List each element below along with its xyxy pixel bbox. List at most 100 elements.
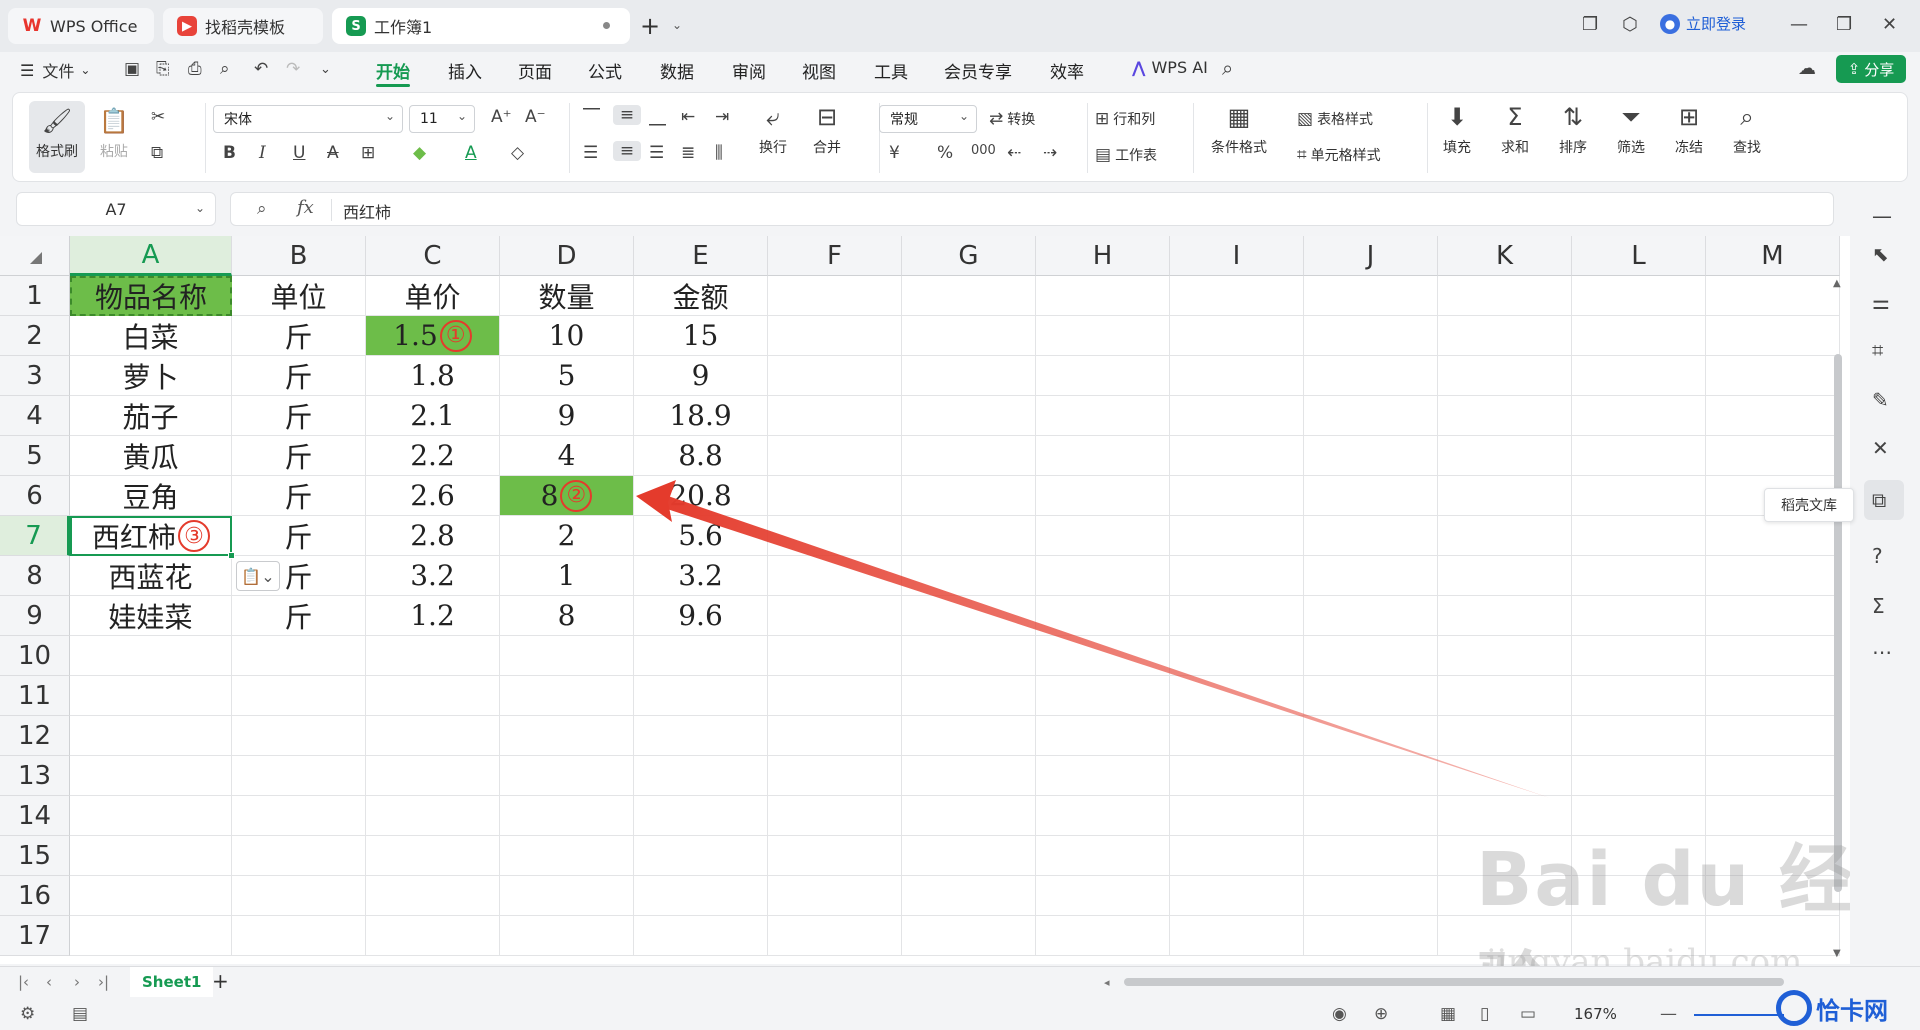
cell-b7[interactable]: 斤 [232,516,366,556]
row-header-13[interactable]: 13 [0,756,70,796]
cell-m7[interactable] [1706,516,1840,556]
cell-i2[interactable] [1170,316,1304,356]
cell-b14[interactable] [232,796,366,836]
cell-e11[interactable] [634,676,768,716]
formula-sum-icon[interactable]: Σ [1872,594,1885,618]
cell-a6[interactable]: 豆角 [70,476,232,516]
cell-e2[interactable]: 15 [634,316,768,356]
cell-e5[interactable]: 8.8 [634,436,768,476]
font-color-button[interactable]: A [465,143,477,163]
cell-l9[interactable] [1572,596,1706,636]
cube-icon[interactable]: ⬡ [1622,14,1638,35]
cell-k8[interactable] [1438,556,1572,596]
file-menu[interactable]: ☰ 文件 ⌄ [20,58,90,82]
cell-f16[interactable] [768,876,902,916]
cell-e8[interactable]: 3.2 [634,556,768,596]
cell-a3[interactable]: 萝卜 [70,356,232,396]
filter-button[interactable]: ⏷ 筛选 [1617,103,1645,157]
formula-bar[interactable]: ⌕ fx 西红柿 [230,192,1834,226]
justify-icon[interactable]: ≣ [681,143,695,163]
cell-e13[interactable] [634,756,768,796]
cell-a12[interactable] [70,716,232,756]
cell-d17[interactable] [500,916,634,956]
column-header-g[interactable]: G [902,236,1036,276]
collapse-icon[interactable]: — [1872,204,1892,228]
cell-j12[interactable] [1304,716,1438,756]
cell-e6[interactable]: 20.8 [634,476,768,516]
cell-g11[interactable] [902,676,1036,716]
cell-g1[interactable] [902,276,1036,316]
cell-c7[interactable]: 2.8 [366,516,500,556]
row-header-7[interactable]: 7 [0,516,70,556]
chevron-down-icon[interactable]: ⌄ [320,62,331,77]
cell-b16[interactable] [232,876,366,916]
cell-k10[interactable] [1438,636,1572,676]
cell-m10[interactable] [1706,636,1840,676]
cell-j15[interactable] [1304,836,1438,876]
paste-options-button[interactable]: 📋⌄ [236,561,280,591]
sheet-tab-sheet1[interactable]: Sheet1 [130,967,214,997]
cell-c4[interactable]: 2.1 [366,396,500,436]
cell-k2[interactable] [1438,316,1572,356]
thousands-separator-button[interactable]: 000 [971,143,996,158]
window-restore-icon[interactable]: ❐ [1582,14,1598,35]
cell-l1[interactable] [1572,276,1706,316]
cell-c1[interactable]: 单价 [366,276,500,316]
cell-e1[interactable]: 金额 [634,276,768,316]
paste-button[interactable]: 📋 粘贴 [99,107,129,161]
tab-wps-office[interactable]: W WPS Office [8,8,154,44]
distributed-align-icon[interactable]: ⫼ [715,143,723,163]
cell-f9[interactable] [768,596,902,636]
cell-h6[interactable] [1036,476,1170,516]
fx-icon[interactable]: fx [297,197,314,218]
cell-b3[interactable]: 斤 [232,356,366,396]
cell-h17[interactable] [1036,916,1170,956]
cut-icon[interactable]: ✂ [151,107,165,127]
page-layout-view-icon[interactable]: ▯ [1480,1004,1489,1024]
cell-l4[interactable] [1572,396,1706,436]
cell-g16[interactable] [902,876,1036,916]
cell-h1[interactable] [1036,276,1170,316]
cell-b10[interactable] [232,636,366,676]
eye-protect-icon[interactable]: ◉ [1332,1004,1347,1024]
fill-color-icon[interactable]: ◆ [413,143,426,163]
cell-g12[interactable] [902,716,1036,756]
cell-d16[interactable] [500,876,634,916]
print-icon[interactable]: ⎙ [188,59,202,79]
cell-i7[interactable] [1170,516,1304,556]
row-header-2[interactable]: 2 [0,316,70,356]
column-header-d[interactable]: D [500,236,634,276]
menu-formula[interactable]: 公式 [588,58,622,83]
cell-d13[interactable] [500,756,634,796]
zoom-icon[interactable]: ⌕ [257,199,267,219]
cell-h11[interactable] [1036,676,1170,716]
zoom-out-icon[interactable]: — [1660,1004,1677,1024]
cell-i1[interactable] [1170,276,1304,316]
cell-i6[interactable] [1170,476,1304,516]
column-header-a[interactable]: A [70,236,232,276]
horizontal-scroll-thumb[interactable] [1124,978,1784,986]
cell-e7[interactable]: 5.6 [634,516,768,556]
cell-h7[interactable] [1036,516,1170,556]
decrease-decimal-icon[interactable]: ⇢ [1043,143,1057,163]
align-bottom-icon[interactable]: ⎽ [649,107,666,127]
cell-d14[interactable] [500,796,634,836]
macro-icon[interactable]: ⚙ [20,1004,35,1024]
cell-a1[interactable]: 物品名称 [70,276,232,316]
menu-tools[interactable]: 工具 [874,58,908,83]
cell-l5[interactable] [1572,436,1706,476]
cell-c15[interactable] [366,836,500,876]
location-icon[interactable]: ⊕ [1374,1004,1388,1024]
row-header-17[interactable]: 17 [0,916,70,956]
cell-b17[interactable] [232,916,366,956]
cell-m3[interactable] [1706,356,1840,396]
cell-f13[interactable] [768,756,902,796]
login-button[interactable]: ● 立即登录 [1660,13,1746,34]
normal-view-icon[interactable]: ▦ [1440,1004,1456,1024]
tab-template[interactable]: ▶ 找稻壳模板 [163,8,323,44]
ai-assistant-icon[interactable]: ✎ [1872,388,1889,412]
cell-l2[interactable] [1572,316,1706,356]
cell-j8[interactable] [1304,556,1438,596]
cell-a14[interactable] [70,796,232,836]
cell-h10[interactable] [1036,636,1170,676]
